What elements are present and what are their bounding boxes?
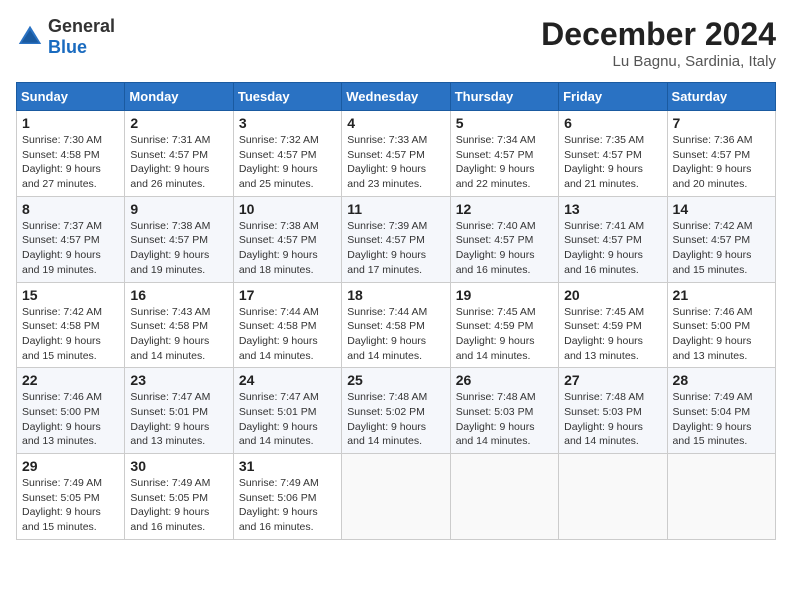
calendar-cell: 18 Sunrise: 7:44 AM Sunset: 4:58 PM Dayl… — [342, 282, 450, 368]
calendar-header-row: Sunday Monday Tuesday Wednesday Thursday… — [17, 83, 776, 111]
calendar-cell: 26 Sunrise: 7:48 AM Sunset: 5:03 PM Dayl… — [450, 368, 558, 454]
calendar-cell — [450, 454, 558, 540]
calendar-week-4: 22 Sunrise: 7:46 AM Sunset: 5:00 PM Dayl… — [17, 368, 776, 454]
header-thursday: Thursday — [450, 83, 558, 111]
header-friday: Friday — [559, 83, 667, 111]
calendar-cell: 15 Sunrise: 7:42 AM Sunset: 4:58 PM Dayl… — [17, 282, 125, 368]
calendar-cell: 31 Sunrise: 7:49 AM Sunset: 5:06 PM Dayl… — [233, 454, 341, 540]
location: Lu Bagnu, Sardinia, Italy — [541, 53, 776, 70]
calendar-cell: 27 Sunrise: 7:48 AM Sunset: 5:03 PM Dayl… — [559, 368, 667, 454]
calendar-cell: 21 Sunrise: 7:46 AM Sunset: 5:00 PM Dayl… — [667, 282, 775, 368]
page-header: General Blue December 2024 Lu Bagnu, Sar… — [16, 16, 776, 70]
calendar-cell: 11 Sunrise: 7:39 AM Sunset: 4:57 PM Dayl… — [342, 196, 450, 282]
calendar-cell: 16 Sunrise: 7:43 AM Sunset: 4:58 PM Dayl… — [125, 282, 233, 368]
calendar-cell: 14 Sunrise: 7:42 AM Sunset: 4:57 PM Dayl… — [667, 196, 775, 282]
calendar-cell: 20 Sunrise: 7:45 AM Sunset: 4:59 PM Dayl… — [559, 282, 667, 368]
title-block: December 2024 Lu Bagnu, Sardinia, Italy — [541, 16, 776, 70]
calendar-cell: 10 Sunrise: 7:38 AM Sunset: 4:57 PM Dayl… — [233, 196, 341, 282]
calendar-week-5: 29 Sunrise: 7:49 AM Sunset: 5:05 PM Dayl… — [17, 454, 776, 540]
calendar-cell: 6 Sunrise: 7:35 AM Sunset: 4:57 PM Dayli… — [559, 111, 667, 197]
calendar-cell: 29 Sunrise: 7:49 AM Sunset: 5:05 PM Dayl… — [17, 454, 125, 540]
calendar-cell: 23 Sunrise: 7:47 AM Sunset: 5:01 PM Dayl… — [125, 368, 233, 454]
calendar-cell: 1 Sunrise: 7:30 AM Sunset: 4:58 PM Dayli… — [17, 111, 125, 197]
header-sunday: Sunday — [17, 83, 125, 111]
calendar-cell: 28 Sunrise: 7:49 AM Sunset: 5:04 PM Dayl… — [667, 368, 775, 454]
calendar-cell — [667, 454, 775, 540]
calendar-cell: 19 Sunrise: 7:45 AM Sunset: 4:59 PM Dayl… — [450, 282, 558, 368]
calendar-cell: 17 Sunrise: 7:44 AM Sunset: 4:58 PM Dayl… — [233, 282, 341, 368]
month-title: December 2024 — [541, 16, 776, 53]
calendar-cell: 3 Sunrise: 7:32 AM Sunset: 4:57 PM Dayli… — [233, 111, 341, 197]
calendar-cell: 12 Sunrise: 7:40 AM Sunset: 4:57 PM Dayl… — [450, 196, 558, 282]
calendar-cell: 24 Sunrise: 7:47 AM Sunset: 5:01 PM Dayl… — [233, 368, 341, 454]
calendar-cell: 7 Sunrise: 7:36 AM Sunset: 4:57 PM Dayli… — [667, 111, 775, 197]
calendar-cell: 13 Sunrise: 7:41 AM Sunset: 4:57 PM Dayl… — [559, 196, 667, 282]
calendar-cell: 22 Sunrise: 7:46 AM Sunset: 5:00 PM Dayl… — [17, 368, 125, 454]
logo: General Blue — [16, 16, 115, 58]
header-wednesday: Wednesday — [342, 83, 450, 111]
calendar-cell: 25 Sunrise: 7:48 AM Sunset: 5:02 PM Dayl… — [342, 368, 450, 454]
calendar-cell: 8 Sunrise: 7:37 AM Sunset: 4:57 PM Dayli… — [17, 196, 125, 282]
calendar-week-1: 1 Sunrise: 7:30 AM Sunset: 4:58 PM Dayli… — [17, 111, 776, 197]
calendar: Sunday Monday Tuesday Wednesday Thursday… — [16, 82, 776, 540]
logo-general: General — [48, 16, 115, 36]
logo-icon — [16, 23, 44, 51]
header-tuesday: Tuesday — [233, 83, 341, 111]
header-saturday: Saturday — [667, 83, 775, 111]
calendar-week-3: 15 Sunrise: 7:42 AM Sunset: 4:58 PM Dayl… — [17, 282, 776, 368]
header-monday: Monday — [125, 83, 233, 111]
logo-text: General Blue — [48, 16, 115, 58]
calendar-cell — [559, 454, 667, 540]
calendar-week-2: 8 Sunrise: 7:37 AM Sunset: 4:57 PM Dayli… — [17, 196, 776, 282]
logo-blue: Blue — [48, 37, 87, 57]
calendar-cell: 2 Sunrise: 7:31 AM Sunset: 4:57 PM Dayli… — [125, 111, 233, 197]
calendar-cell: 9 Sunrise: 7:38 AM Sunset: 4:57 PM Dayli… — [125, 196, 233, 282]
calendar-cell: 5 Sunrise: 7:34 AM Sunset: 4:57 PM Dayli… — [450, 111, 558, 197]
calendar-cell — [342, 454, 450, 540]
calendar-cell: 30 Sunrise: 7:49 AM Sunset: 5:05 PM Dayl… — [125, 454, 233, 540]
calendar-cell: 4 Sunrise: 7:33 AM Sunset: 4:57 PM Dayli… — [342, 111, 450, 197]
